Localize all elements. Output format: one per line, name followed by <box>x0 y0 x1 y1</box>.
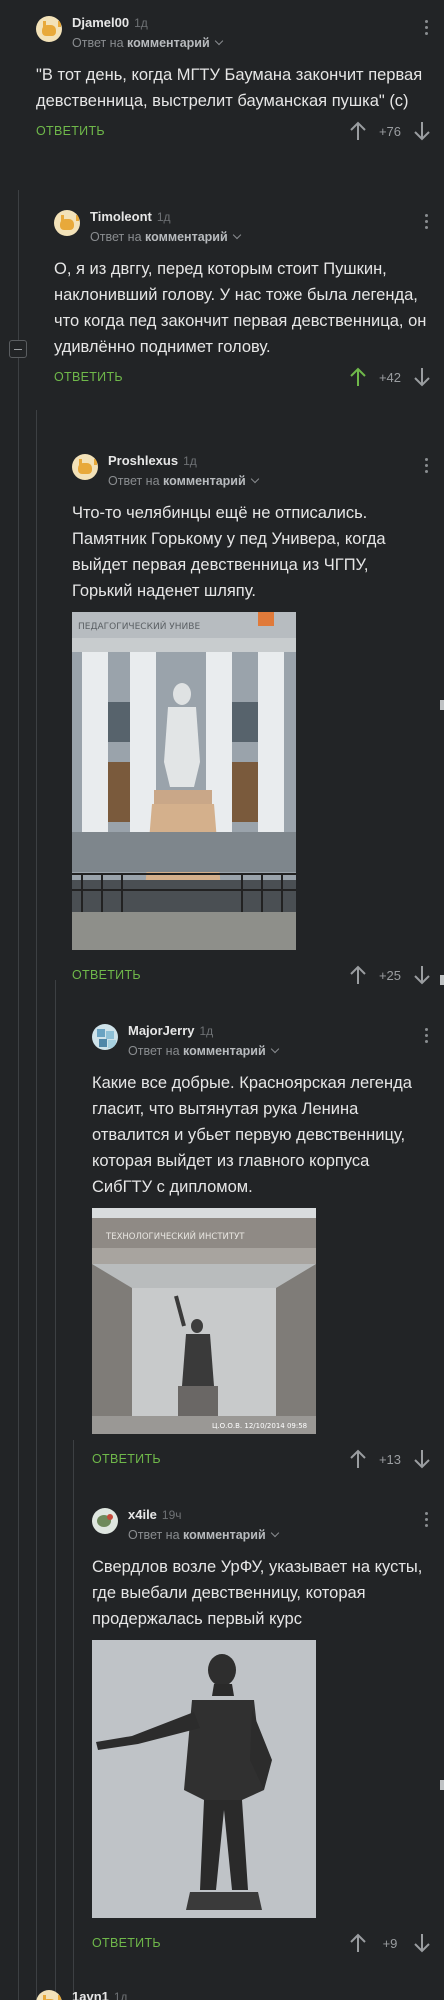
more-menu-icon[interactable] <box>416 208 436 229</box>
more-menu-icon[interactable] <box>416 14 436 35</box>
cat-avatar-icon[interactable] <box>36 16 62 42</box>
comment-text: "В тот день, когда МГТУ Баумана закончит… <box>36 66 423 110</box>
cat-avatar-icon[interactable] <box>72 454 98 480</box>
downvote-icon[interactable] <box>412 120 432 142</box>
pixel-avatar-icon[interactable] <box>92 1024 118 1050</box>
chevron-down-icon <box>250 474 259 484</box>
sverdlov-monument-photo[interactable] <box>92 1640 316 1918</box>
comment: 1avn1 1д <box>36 1988 444 2000</box>
comment-header: Timoleont 1д Ответ на комментарий <box>54 208 444 244</box>
reply-button[interactable]: ОТВЕТИТЬ <box>36 124 105 138</box>
comment-header: x4ile 19ч Ответ на комментарий <box>92 1506 444 1542</box>
thread-line <box>73 1440 74 2000</box>
comment-text: О, я из двггу, перед которым стоит Пушки… <box>54 260 427 356</box>
comment-time: 1д <box>134 16 148 30</box>
reply-to[interactable]: Ответ на комментарий <box>128 1528 416 1542</box>
upvote-icon[interactable] <box>348 964 368 986</box>
rating: +42 <box>378 369 402 385</box>
reply-to[interactable]: Ответ на комментарий <box>72 36 416 50</box>
upvote-icon[interactable] <box>348 1448 368 1470</box>
author-name[interactable]: Djamel00 <box>72 15 129 30</box>
upvote-icon[interactable] <box>348 366 368 388</box>
downvote-icon[interactable] <box>412 1448 432 1470</box>
reply-button[interactable]: ОТВЕТИТЬ <box>92 1452 161 1466</box>
bird-avatar-icon[interactable] <box>92 1508 118 1534</box>
comment: Proshlexus 1д Ответ на комментарий Что-то… <box>72 452 444 988</box>
comment-time: 1д <box>199 1024 214 1038</box>
rating: +9 <box>382 1935 398 1951</box>
reply-to[interactable]: Ответ на комментарий <box>128 1044 416 1058</box>
more-menu-icon[interactable] <box>416 452 436 473</box>
author-name[interactable]: 1avn1 <box>72 1989 109 2000</box>
author-name[interactable]: x4ile <box>128 1507 157 1522</box>
comment-header: 1avn1 1д <box>36 1988 444 2000</box>
comment: Timoleont 1д Ответ на комментарий О, я из… <box>54 208 444 390</box>
downvote-icon[interactable] <box>412 1932 432 1954</box>
building-sign: ТЕХНОЛОГИЧЕСКИЙ ИНСТИТУТ <box>105 1230 245 1242</box>
comment-time: 1д <box>183 454 197 468</box>
comment-text: Что-то челябинцы ещё не отписались. Памя… <box>72 504 386 600</box>
thread-line <box>55 980 56 2000</box>
chevron-down-icon <box>270 1528 279 1538</box>
rating: +13 <box>378 1451 402 1467</box>
chevron-down-icon <box>232 230 241 240</box>
upvote-icon[interactable] <box>348 120 368 142</box>
lenin-monument-photo[interactable]: ТЕХНОЛОГИЧЕСКИЙ ИНСТИТУТ Ц.О.О.В. 12/10/… <box>92 1208 316 1434</box>
comment: Djamel00 1д Ответ на комментарий "В тот д… <box>36 14 444 144</box>
reply-button[interactable]: ОТВЕТИТЬ <box>54 370 123 384</box>
photo-timestamp: Ц.О.О.В. 12/10/2014 09:58 <box>212 1422 307 1430</box>
chevron-down-icon <box>270 1044 279 1054</box>
thread-line <box>18 190 19 2000</box>
reply-to[interactable]: Ответ на комментарий <box>90 230 416 244</box>
lenin-monument-image: ТЕХНОЛОГИЧЕСКИЙ ИНСТИТУТ Ц.О.О.В. 12/10/… <box>92 1208 316 1434</box>
collapse-thread-button[interactable] <box>9 340 27 358</box>
comment-header: MajorJerry 1д Ответ на комментарий <box>92 1022 444 1058</box>
author-name[interactable]: Proshlexus <box>108 453 178 468</box>
cat-avatar-icon[interactable] <box>54 210 80 236</box>
gorky-monument-photo[interactable]: ПЕДАГОГИЧЕСКИЙ УНИВЕ <box>72 612 296 950</box>
comment-time: 1д <box>156 210 171 224</box>
reply-button[interactable]: ОТВЕТИТЬ <box>92 1936 161 1950</box>
reply-to[interactable]: Ответ на комментарий <box>108 474 416 488</box>
rating: +25 <box>378 967 402 983</box>
author-name[interactable]: Timoleont <box>90 209 152 224</box>
chevron-down-icon <box>214 36 223 46</box>
comment-time: 19ч <box>161 1508 182 1522</box>
downvote-icon[interactable] <box>412 366 432 388</box>
reply-button[interactable]: ОТВЕТИТЬ <box>72 968 141 982</box>
vote-controls: +25 <box>348 964 432 986</box>
vote-controls: +13 <box>348 1448 432 1470</box>
comment-text: Свердлов возле УрФУ, указывает на кусты,… <box>92 1558 423 1628</box>
comment-text: Какие все добрые. Красноярская легенда г… <box>92 1074 412 1196</box>
comment-header: Djamel00 1д Ответ на комментарий <box>36 14 444 50</box>
thread-line <box>36 410 37 2000</box>
upvote-icon[interactable] <box>348 1932 368 1954</box>
building-sign: ПЕДАГОГИЧЕСКИЙ УНИВЕ <box>78 620 200 632</box>
cat-avatar-icon[interactable] <box>36 1990 62 2000</box>
comment-header: Proshlexus 1д Ответ на комментарий <box>72 452 444 488</box>
more-menu-icon[interactable] <box>416 1022 436 1043</box>
gorky-monument-image: ПЕДАГОГИЧЕСКИЙ УНИВЕ <box>72 612 296 950</box>
comment: x4ile 19ч Ответ на комментарий Свердлов в… <box>92 1506 444 1956</box>
author-name[interactable]: MajorJerry <box>128 1023 194 1038</box>
downvote-icon[interactable] <box>412 964 432 986</box>
comment-time: 1д <box>113 1990 128 2000</box>
vote-controls: +76 <box>348 120 432 142</box>
vote-controls: +42 <box>348 366 432 388</box>
sverdlov-monument-image <box>92 1640 316 1918</box>
comment: MajorJerry 1д Ответ на комментарий Какие … <box>92 1022 444 1472</box>
vote-controls: +9 <box>348 1932 432 1954</box>
rating: +76 <box>378 123 402 139</box>
more-menu-icon[interactable] <box>416 1506 436 1527</box>
